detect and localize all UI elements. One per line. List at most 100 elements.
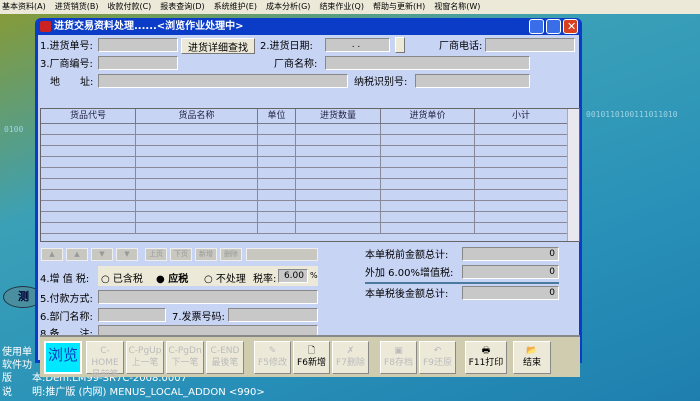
vendor-phone-field[interactable] [485, 38, 575, 52]
col-item-name[interactable]: 货品名称 [136, 109, 258, 123]
table-cell[interactable] [296, 124, 381, 134]
col-quantity[interactable]: 进货数量 [296, 109, 381, 123]
col-subtotal[interactable]: 小计 [475, 109, 568, 123]
table-cell[interactable] [136, 157, 258, 167]
table-cell[interactable] [41, 212, 136, 222]
end-button[interactable]: 📂 结束 [513, 341, 551, 374]
menu-cost[interactable]: 成本分析(G) [266, 0, 310, 14]
table-cell[interactable] [475, 168, 568, 178]
table-cell[interactable] [381, 190, 475, 200]
date-spinner[interactable] [395, 37, 405, 53]
menu-reports[interactable]: 报表查询(D) [160, 0, 204, 14]
col-unit-price[interactable]: 进货单价 [381, 109, 475, 123]
prev-page-button[interactable]: 上页 [145, 248, 167, 261]
grid-scrollbar[interactable] [567, 109, 579, 241]
print-button[interactable]: 🖶 F11打印 [465, 341, 507, 374]
table-cell[interactable] [296, 135, 381, 145]
table-row[interactable] [41, 212, 579, 223]
table-cell[interactable] [41, 157, 136, 167]
first-record-button[interactable]: C-HOME 最前笔 [86, 341, 124, 380]
table-row[interactable] [41, 146, 579, 157]
table-row[interactable] [41, 168, 579, 179]
delete-button[interactable]: ✗ F7删除 [332, 341, 369, 374]
table-cell[interactable] [136, 190, 258, 200]
menu-basic[interactable]: 基本资料(A) [2, 0, 46, 14]
table-cell[interactable] [136, 179, 258, 189]
date-field[interactable]: . . [325, 38, 390, 52]
table-cell[interactable] [41, 179, 136, 189]
table-cell[interactable] [296, 146, 381, 156]
down-row-button[interactable]: ▼ [91, 248, 113, 261]
browse-mode-button[interactable]: 浏览 [44, 341, 82, 374]
table-row[interactable] [41, 190, 579, 201]
table-cell[interactable] [475, 146, 568, 156]
table-cell[interactable] [296, 179, 381, 189]
table-cell[interactable] [41, 190, 136, 200]
table-cell[interactable] [41, 146, 136, 156]
minimize-button[interactable] [529, 19, 544, 34]
table-cell[interactable] [258, 223, 296, 233]
detail-search-button[interactable]: 进货详细查找 [181, 38, 255, 54]
table-cell[interactable] [258, 190, 296, 200]
table-cell[interactable] [258, 179, 296, 189]
table-cell[interactable] [136, 212, 258, 222]
table-cell[interactable] [381, 124, 475, 134]
order-no-field[interactable] [98, 38, 178, 52]
radio-taxable[interactable]: ● 应税 [156, 270, 188, 285]
table-cell[interactable] [136, 201, 258, 211]
tax-id-field[interactable] [415, 74, 530, 88]
table-row[interactable] [41, 223, 579, 234]
table-cell[interactable] [381, 157, 475, 167]
table-cell[interactable] [381, 146, 475, 156]
table-cell[interactable] [475, 223, 568, 233]
table-cell[interactable] [258, 157, 296, 167]
table-cell[interactable] [475, 201, 568, 211]
vendor-no-field[interactable] [98, 56, 178, 70]
undo-button[interactable]: ↶ F9还原 [419, 341, 456, 374]
table-cell[interactable] [258, 146, 296, 156]
table-cell[interactable] [136, 146, 258, 156]
table-cell[interactable] [475, 157, 568, 167]
table-cell[interactable] [381, 201, 475, 211]
save-button[interactable]: ▣ F8存档 [380, 341, 417, 374]
payment-field[interactable] [98, 290, 318, 304]
radio-tax-included[interactable]: ○ 已含税 [101, 270, 143, 285]
table-cell[interactable] [136, 168, 258, 178]
table-cell[interactable] [296, 201, 381, 211]
last-row-button[interactable]: ▼ [116, 248, 138, 261]
tax-rate-field[interactable]: 6.00 [278, 269, 308, 283]
table-row[interactable] [41, 135, 579, 146]
menu-receipts[interactable]: 收款付款(C) [107, 0, 151, 14]
new-button[interactable]: 🗋 F6新增 [293, 341, 330, 374]
table-cell[interactable] [475, 135, 568, 145]
table-row[interactable] [41, 201, 579, 212]
table-cell[interactable] [41, 223, 136, 233]
table-row[interactable] [41, 124, 579, 135]
last-record-button[interactable]: C-END 最後笔 [206, 341, 244, 374]
next-record-button[interactable]: C-PgDn 下一笔 [166, 341, 204, 374]
close-button[interactable]: ✕ [563, 19, 578, 34]
maximize-button[interactable] [546, 19, 561, 34]
table-row[interactable] [41, 157, 579, 168]
col-item-code[interactable]: 货品代号 [41, 109, 136, 123]
menu-purchase-sales[interactable]: 进货销货(B) [55, 0, 99, 14]
table-row[interactable] [41, 179, 579, 190]
table-cell[interactable] [475, 212, 568, 222]
col-unit[interactable]: 单位 [258, 109, 296, 123]
table-cell[interactable] [136, 124, 258, 134]
table-cell[interactable] [296, 168, 381, 178]
prev-record-button[interactable]: C-PgUp 上一笔 [126, 341, 164, 374]
table-cell[interactable] [41, 168, 136, 178]
radio-no-tax[interactable]: ○ 不处理 [204, 270, 246, 285]
address-field[interactable] [98, 74, 348, 88]
table-cell[interactable] [296, 212, 381, 222]
table-cell[interactable] [381, 179, 475, 189]
table-cell[interactable] [296, 190, 381, 200]
table-cell[interactable] [258, 201, 296, 211]
table-cell[interactable] [41, 135, 136, 145]
add-row-button[interactable]: 新增 [195, 248, 217, 261]
table-cell[interactable] [475, 124, 568, 134]
table-cell[interactable] [381, 212, 475, 222]
menu-window[interactable]: 视窗名称(W) [434, 0, 480, 14]
first-row-button[interactable]: ▲ [41, 248, 63, 261]
